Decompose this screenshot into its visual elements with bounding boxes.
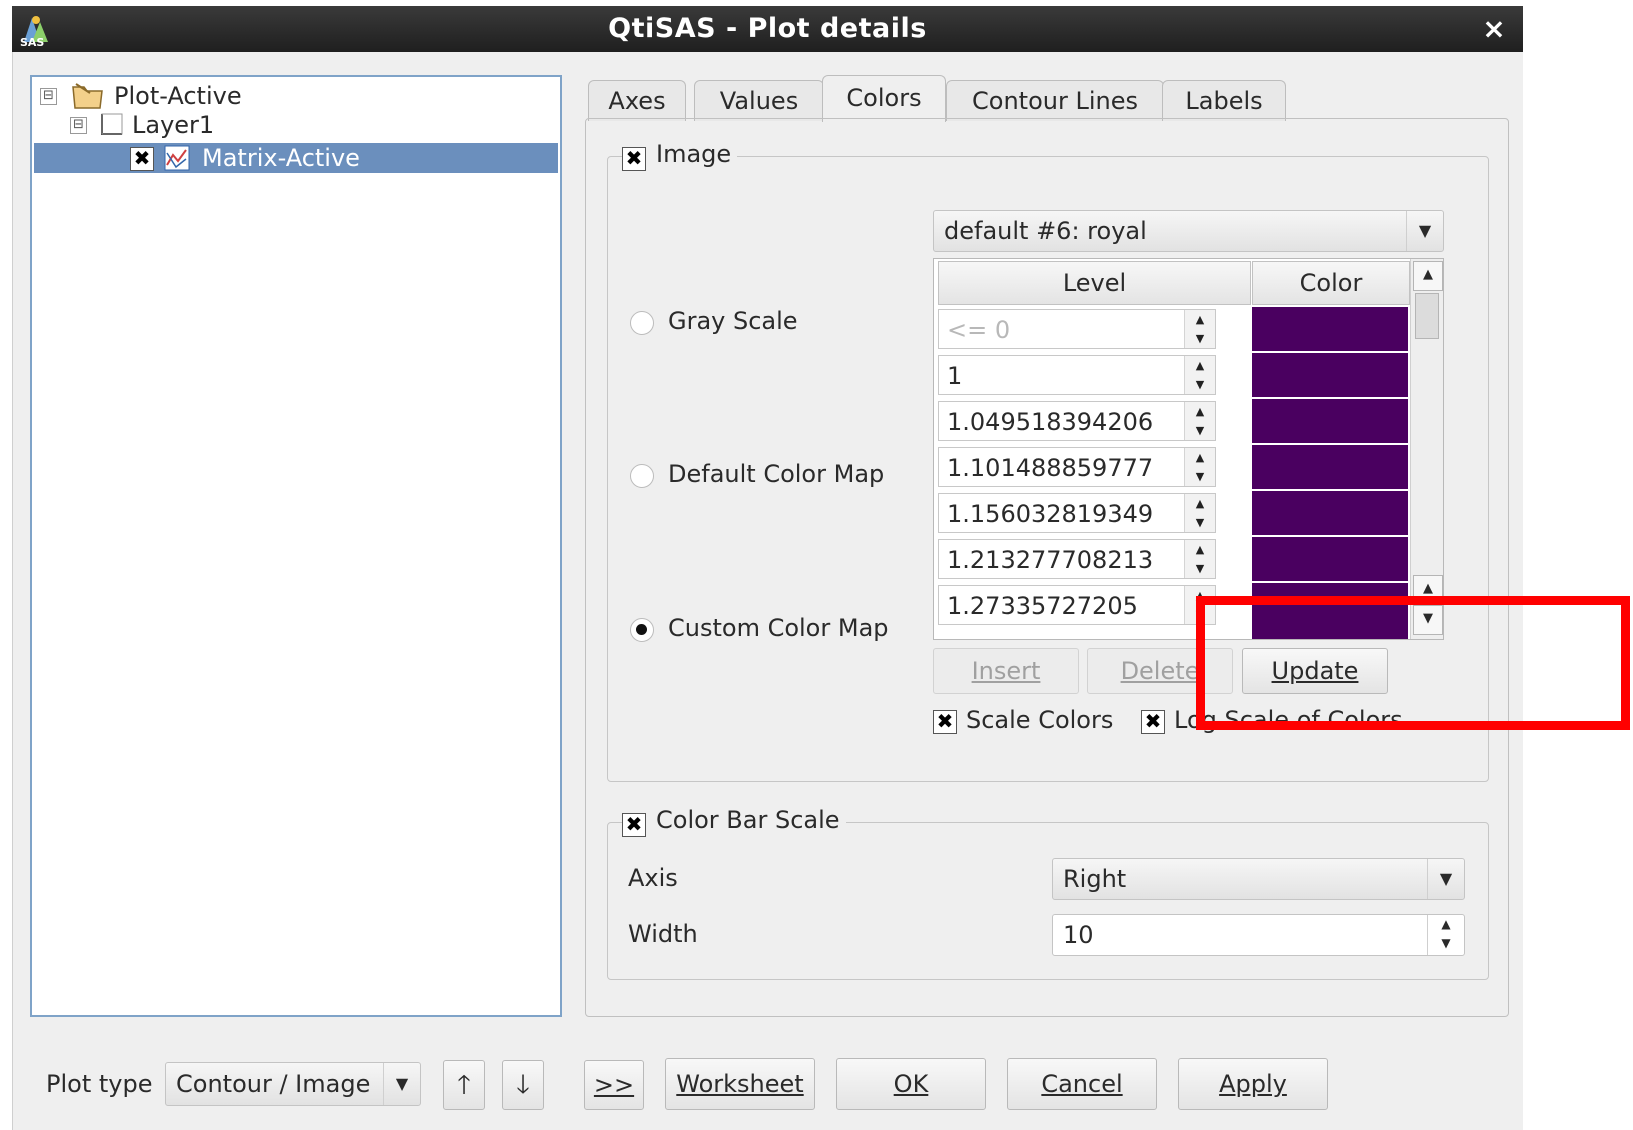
title-bar: SAS QtiSAS - Plot details × bbox=[12, 6, 1523, 52]
arrow-down-icon: 🡓 bbox=[516, 1070, 530, 1100]
level-cell: <= 0 ▲ ▼ bbox=[938, 309, 1216, 349]
layer-icon bbox=[98, 112, 124, 138]
scroll-thumb[interactable] bbox=[1415, 293, 1439, 339]
window-title: QtiSAS - Plot details bbox=[608, 13, 927, 44]
spin-arrows-icon[interactable]: ▲ ▼ bbox=[1184, 448, 1215, 486]
default-color-map-label[interactable]: Default Color Map bbox=[668, 458, 884, 490]
level-column-header[interactable]: Level bbox=[938, 261, 1251, 305]
insert-button[interactable]: Insert bbox=[933, 648, 1079, 694]
level-cell[interactable]: 1.156032819349 ▲ ▼ bbox=[938, 493, 1216, 533]
gray-scale-radio[interactable] bbox=[630, 311, 654, 335]
close-icon[interactable]: × bbox=[1479, 12, 1509, 46]
axis-label: Axis bbox=[628, 864, 678, 892]
axis-select-value: Right bbox=[1063, 865, 1127, 893]
width-value: 10 bbox=[1063, 921, 1094, 949]
folder-icon bbox=[70, 81, 106, 111]
tree-item-label: Layer1 bbox=[132, 111, 215, 139]
scale-colors-label[interactable]: Scale Colors bbox=[966, 704, 1113, 736]
color-swatch[interactable] bbox=[1252, 445, 1408, 489]
spin-arrows-icon[interactable]: ▲ ▼ bbox=[1184, 540, 1215, 578]
level-cell[interactable]: 1 ▲ ▼ bbox=[938, 355, 1216, 395]
ok-button[interactable]: OK bbox=[836, 1058, 986, 1110]
chevron-down-icon: ▼ bbox=[1427, 859, 1464, 899]
color-map-table[interactable]: Level Color <= 0 ▲ ▼ 1 ▲ ▼ 1.049518394206 ▲ ▼ … bbox=[933, 258, 1444, 640]
scroll-up-icon[interactable]: ▲ bbox=[1413, 261, 1443, 291]
color-bar-checkbox[interactable]: ✖ bbox=[622, 813, 646, 837]
arrow-up-icon: 🡑 bbox=[457, 1070, 471, 1100]
color-bar-group-title: Color Bar Scale bbox=[656, 806, 840, 834]
plot-type-select[interactable]: Contour / Image ▼ bbox=[165, 1062, 421, 1106]
default-color-map-radio[interactable] bbox=[630, 464, 654, 488]
plot-type-label: Plot type bbox=[46, 1070, 153, 1098]
custom-color-map-label[interactable]: Custom Color Map bbox=[668, 612, 889, 644]
tree-item-label: Matrix-Active bbox=[202, 144, 360, 172]
tab-colors[interactable]: Colors bbox=[822, 75, 946, 122]
custom-color-map-radio[interactable] bbox=[630, 618, 654, 642]
color-column-header[interactable]: Color bbox=[1252, 261, 1410, 305]
scale-colors-checkbox[interactable]: ✖ bbox=[933, 710, 957, 734]
color-bar-group bbox=[607, 822, 1489, 980]
level-cell[interactable]: 1.213277708213 ▲ ▼ bbox=[938, 539, 1216, 579]
image-group-title: Image bbox=[656, 140, 732, 168]
cancel-button[interactable]: Cancel bbox=[1007, 1058, 1157, 1110]
colormap-select[interactable]: default #6: royal ▼ bbox=[933, 210, 1444, 252]
tree-item-label: Plot-Active bbox=[114, 82, 242, 110]
worksheet-button[interactable]: Worksheet bbox=[665, 1058, 815, 1110]
tab-contour-lines[interactable]: Contour Lines bbox=[946, 80, 1164, 121]
matrix-plot-icon bbox=[164, 145, 190, 171]
color-swatch[interactable] bbox=[1252, 353, 1408, 397]
image-checkbox[interactable]: ✖ bbox=[622, 147, 646, 171]
matrix-visible-checkbox[interactable]: ✖ bbox=[130, 147, 154, 171]
color-swatch[interactable] bbox=[1252, 307, 1408, 351]
move-down-button[interactable]: 🡓 bbox=[502, 1060, 544, 1110]
more-button[interactable]: >> bbox=[584, 1060, 644, 1110]
color-bar-group-header: ✖ Color Bar Scale bbox=[622, 804, 846, 837]
tree-item-matrix-active[interactable]: ✖ Matrix-Active bbox=[34, 143, 558, 173]
chevron-down-icon: ▼ bbox=[1406, 211, 1443, 251]
log-scale-checkbox[interactable]: ✖ bbox=[1141, 710, 1165, 734]
apply-button[interactable]: Apply bbox=[1178, 1058, 1328, 1110]
move-up-button[interactable]: 🡑 bbox=[443, 1060, 485, 1110]
level-cell[interactable]: 1.27335727205 ▲ ▼ bbox=[938, 585, 1216, 625]
color-swatch[interactable] bbox=[1252, 399, 1408, 443]
colormap-select-value: default #6: royal bbox=[944, 217, 1147, 245]
width-spinbox[interactable]: 10 ▲ ▼ bbox=[1052, 914, 1465, 956]
chevron-down-icon: ▼ bbox=[383, 1063, 420, 1105]
color-swatch[interactable] bbox=[1252, 491, 1408, 535]
gray-scale-label[interactable]: Gray Scale bbox=[668, 305, 798, 337]
collapse-icon[interactable]: ⊟ bbox=[40, 88, 57, 105]
level-cell[interactable]: 1.101488859777 ▲ ▼ bbox=[938, 447, 1216, 487]
spin-arrows-icon[interactable]: ▲ ▼ bbox=[1184, 494, 1215, 532]
spin-arrows-icon[interactable]: ▲ ▼ bbox=[1184, 402, 1215, 440]
image-group-header: ✖ Image bbox=[622, 138, 738, 171]
spin-arrows-icon: ▲ ▼ bbox=[1184, 310, 1215, 348]
table-scrollbar[interactable]: ▲ ▲ ▼ bbox=[1410, 259, 1443, 639]
tab-values[interactable]: Values bbox=[694, 80, 824, 121]
color-swatch[interactable] bbox=[1252, 537, 1408, 581]
spin-arrows-icon[interactable]: ▲ ▼ bbox=[1184, 356, 1215, 394]
highlight-box bbox=[1196, 596, 1630, 730]
spin-arrows-icon[interactable]: ▲ ▼ bbox=[1427, 915, 1464, 955]
plot-tree[interactable]: ⊟ Plot-Active ⊟ Layer1 ✖ Matrix-Active bbox=[30, 75, 562, 1017]
level-cell[interactable]: 1.049518394206 ▲ ▼ bbox=[938, 401, 1216, 441]
tab-labels[interactable]: Labels bbox=[1162, 80, 1286, 121]
tab-axes[interactable]: Axes bbox=[588, 80, 686, 121]
width-label: Width bbox=[628, 920, 698, 948]
collapse-icon[interactable]: ⊟ bbox=[70, 117, 87, 134]
plot-type-value: Contour / Image bbox=[176, 1070, 371, 1098]
axis-select[interactable]: Right ▼ bbox=[1052, 858, 1465, 900]
